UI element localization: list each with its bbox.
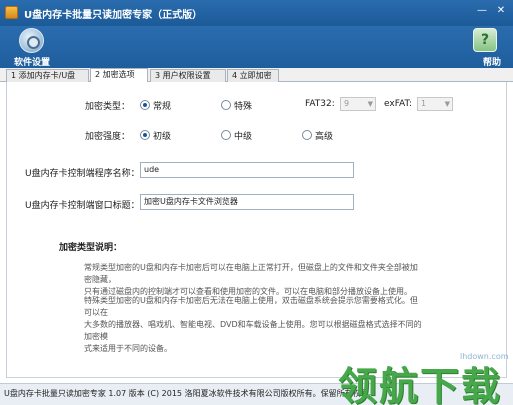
tab-encrypt-options[interactable]: 2 加密选项 [90, 68, 148, 83]
toolbar: 软件设置 ? 帮助 [0, 26, 513, 68]
gear-icon [19, 28, 44, 53]
encrypt-type-label: 加密类型： [85, 102, 131, 112]
chevron-down-icon: ▼ [367, 100, 373, 108]
exfat-value: 1 [421, 99, 427, 108]
tab-bar: 1 添加内存卡/U盘 2 加密选项 3 用户权限设置 4 立即加密 [0, 68, 513, 83]
radio-type-normal-label: 常规 [153, 102, 172, 112]
tab-user-permissions[interactable]: 3 用户权限设置 [150, 69, 226, 82]
description-title: 加密类型说明： [59, 243, 123, 253]
exfat-select[interactable]: 1 ▼ [417, 97, 453, 111]
radio-strength-basic[interactable] [140, 130, 150, 140]
help-button[interactable]: ? 帮助 [466, 26, 506, 68]
options-panel: 加密类型： 常规 特殊 FAT32: 9 ▼ exFAT: 1 ▼ 加密强度： … [6, 82, 507, 378]
radio-strength-high[interactable] [302, 130, 312, 140]
tab-encrypt-now[interactable]: 4 立即加密 [227, 69, 279, 82]
settings-label: 软件设置 [13, 58, 50, 68]
radio-strength-medium-label: 中级 [234, 132, 253, 142]
radio-type-special[interactable] [221, 100, 231, 110]
radio-strength-high-label: 高级 [315, 132, 334, 142]
description-normal: 常规类型加密的U盘和内存卡加密后可以在电脑上正常打开，但磁盘上的文件和文件夹全部… [84, 262, 424, 298]
window-title: U盘内存卡批量只读加密专家（正式版） [24, 10, 203, 21]
question-icon: ? [473, 28, 497, 52]
window-title-label: U盘内存卡控制端窗口标题： [25, 201, 140, 211]
radio-type-normal[interactable] [140, 100, 150, 110]
program-name-label: U盘内存卡控制端程序名称： [25, 169, 140, 179]
description-line: 常规类型加密的U盘和内存卡加密后可以在电脑上正常打开，但磁盘上的文件和文件夹全部… [84, 263, 418, 284]
app-icon [5, 6, 18, 19]
fat32-select[interactable]: 9 ▼ [340, 97, 376, 111]
chevron-down-icon: ▼ [444, 100, 450, 108]
radio-type-special-label: 特殊 [234, 102, 253, 112]
exfat-label: exFAT: [384, 99, 413, 109]
tab-add-card[interactable]: 1 添加内存卡/U盘 [6, 69, 89, 82]
description-special: 特殊类型加密的U盘和内存卡加密后无法在电脑上使用，双击磁盘系统会提示您需要格式化… [84, 295, 424, 355]
radio-strength-basic-label: 初级 [153, 132, 172, 142]
encrypt-strength-label: 加密强度： [85, 132, 131, 142]
status-text: U盘内存卡批量只读加密专家 1.07 版本 (C) 2015 洛阳夏冰软件技术有… [4, 389, 377, 398]
status-bar: U盘内存卡批量只读加密专家 1.07 版本 (C) 2015 洛阳夏冰软件技术有… [0, 383, 513, 405]
minimize-icon[interactable]: — [474, 4, 490, 18]
program-name-input[interactable]: ude [140, 162, 354, 178]
title-bar: U盘内存卡批量只读加密专家（正式版） — ✕ [0, 0, 513, 26]
description-line: 式来适用于不同的设备。 [84, 344, 172, 353]
description-line: 特殊类型加密的U盘和内存卡加密后无法在电脑上使用，双击磁盘系统会提示您需要格式化… [84, 296, 418, 317]
help-label: 帮助 [482, 58, 501, 68]
fat32-label: FAT32: [305, 99, 335, 109]
fat32-value: 9 [344, 99, 350, 108]
description-line: 大多数的播放器、唱戏机、智能电视、DVD和车载设备上使用。您可以根据磁盘格式选择… [84, 320, 422, 341]
window-title-input[interactable]: 加密U盘内存卡文件浏览器 [140, 194, 354, 210]
settings-button[interactable]: 软件设置 [6, 26, 58, 68]
radio-strength-medium[interactable] [221, 130, 231, 140]
close-icon[interactable]: ✕ [493, 4, 509, 18]
